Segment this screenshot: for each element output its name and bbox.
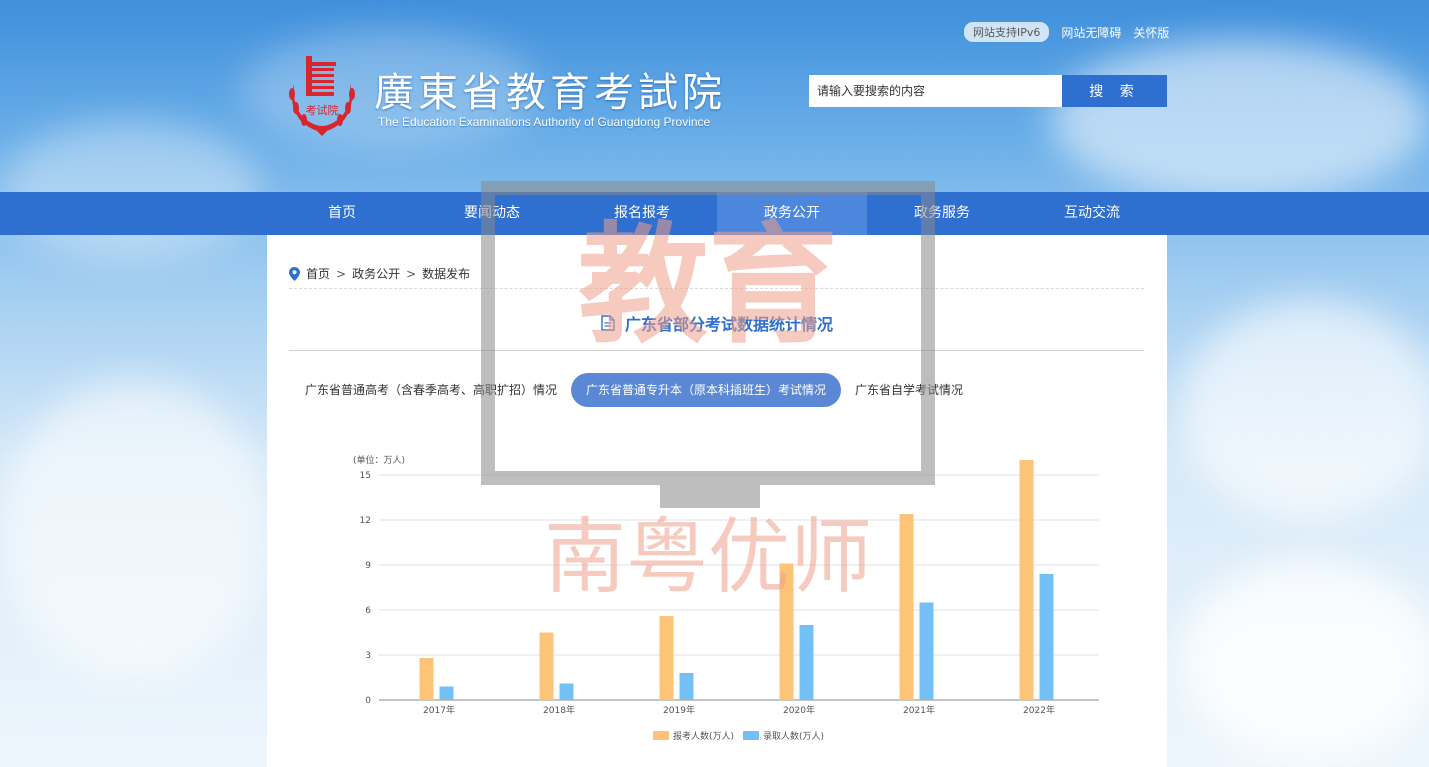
main-nav: 首页 要闻动态 报名报考 政务公开 政务服务 互动交流 (0, 192, 1429, 235)
title-divider (289, 350, 1144, 351)
search-input[interactable] (809, 75, 1062, 107)
top-links: 网站支持IPv6 网站无障碍 关怀版 (964, 22, 1169, 42)
x-tick-label: 2020年 (783, 704, 815, 716)
nav-item-gov-services[interactable]: 政务服务 (867, 192, 1017, 235)
bar-admitted (1039, 574, 1054, 700)
emblem-logo-icon[interactable]: 考试院 (286, 54, 358, 136)
breadcrumb-home[interactable]: 首页 (306, 265, 330, 282)
y-tick-label: 6 (365, 606, 371, 616)
nav-item-home[interactable]: 首页 (267, 192, 417, 235)
nav-item-gov-affairs[interactable]: 政务公开 (717, 192, 867, 235)
bar-chart: (单位：万人) 0 3 6 9 12 15 2017年 2018年 2019年 2020年 2021年… (353, 454, 1099, 742)
x-tick-label: 2021年 (903, 704, 935, 716)
breadcrumb-data-release[interactable]: 数据发布 (422, 265, 470, 282)
ipv6-badge: 网站支持IPv6 (964, 22, 1050, 42)
bar-applicants (539, 632, 554, 700)
x-tick-label: 2022年 (1023, 704, 1055, 716)
bar-admitted (559, 683, 574, 700)
document-icon (601, 315, 615, 331)
y-tick-label: 9 (365, 561, 371, 571)
content-panel: 首页 > 政务公开 > 数据发布 广东省部分考试数据统计情况 广东省普通高考（含… (267, 235, 1167, 767)
page-title-text: 广东省部分考试数据统计情况 (624, 315, 833, 334)
x-tick-label: 2019年 (663, 704, 695, 716)
y-unit-label: (单位：万人) (353, 454, 405, 466)
svg-text:考试院: 考试院 (306, 103, 339, 117)
breadcrumb-separator: > (406, 266, 417, 281)
breadcrumb-separator: > (336, 266, 347, 281)
legend-label: 录取人数(万人) (763, 730, 824, 742)
nav-item-news[interactable]: 要闻动态 (417, 192, 567, 235)
x-tick-label: 2018年 (543, 704, 575, 716)
tab-gaokao[interactable]: 广东省普通高考（含春季高考、高职扩招）情况 (297, 373, 565, 407)
care-version-link[interactable]: 关怀版 (1133, 24, 1169, 41)
y-tick-label: 0 (365, 696, 371, 706)
site-subtitle: The Education Examinations Authority of … (378, 115, 711, 129)
y-tick-label: 12 (360, 516, 371, 526)
bar-admitted (679, 673, 694, 700)
y-tick-label: 15 (360, 471, 371, 481)
breadcrumb: 首页 > 政务公开 > 数据发布 (289, 265, 470, 282)
location-pin-icon (289, 266, 300, 281)
breadcrumb-divider (289, 288, 1144, 289)
search-box: 搜 索 (809, 75, 1167, 107)
legend-label: 报考人数(万人) (673, 730, 734, 742)
nav-item-registration[interactable]: 报名报考 (567, 192, 717, 235)
page-title: 广东省部分考试数据统计情况 (267, 311, 1167, 335)
search-button[interactable]: 搜 索 (1062, 75, 1167, 107)
tab-zhuanshengben[interactable]: 广东省普通专升本（原本科插班生）考试情况 (571, 373, 842, 407)
breadcrumb-gov-affairs[interactable]: 政务公开 (352, 265, 400, 282)
nav-item-interaction[interactable]: 互动交流 (1017, 192, 1167, 235)
x-tick-label: 2017年 (423, 704, 455, 716)
bar-applicants (779, 563, 794, 700)
bar-admitted (439, 686, 454, 700)
bar-admitted (919, 602, 934, 700)
bar-applicants (1019, 460, 1034, 700)
y-tick-label: 3 (365, 651, 371, 661)
bar-applicants (899, 514, 914, 700)
bar-applicants (419, 658, 434, 700)
bar-applicants (659, 616, 674, 700)
legend-swatch (653, 731, 669, 740)
site-title[interactable]: 廣東省教育考試院 (374, 60, 726, 118)
accessibility-link[interactable]: 网站无障碍 (1061, 24, 1121, 41)
bar-admitted (799, 625, 814, 700)
category-tabs: 广东省普通高考（含春季高考、高职扩招）情况 广东省普通专升本（原本科插班生）考试… (297, 373, 971, 407)
tab-self-study-exam[interactable]: 广东省自学考试情况 (847, 373, 971, 407)
legend-swatch (743, 731, 759, 740)
